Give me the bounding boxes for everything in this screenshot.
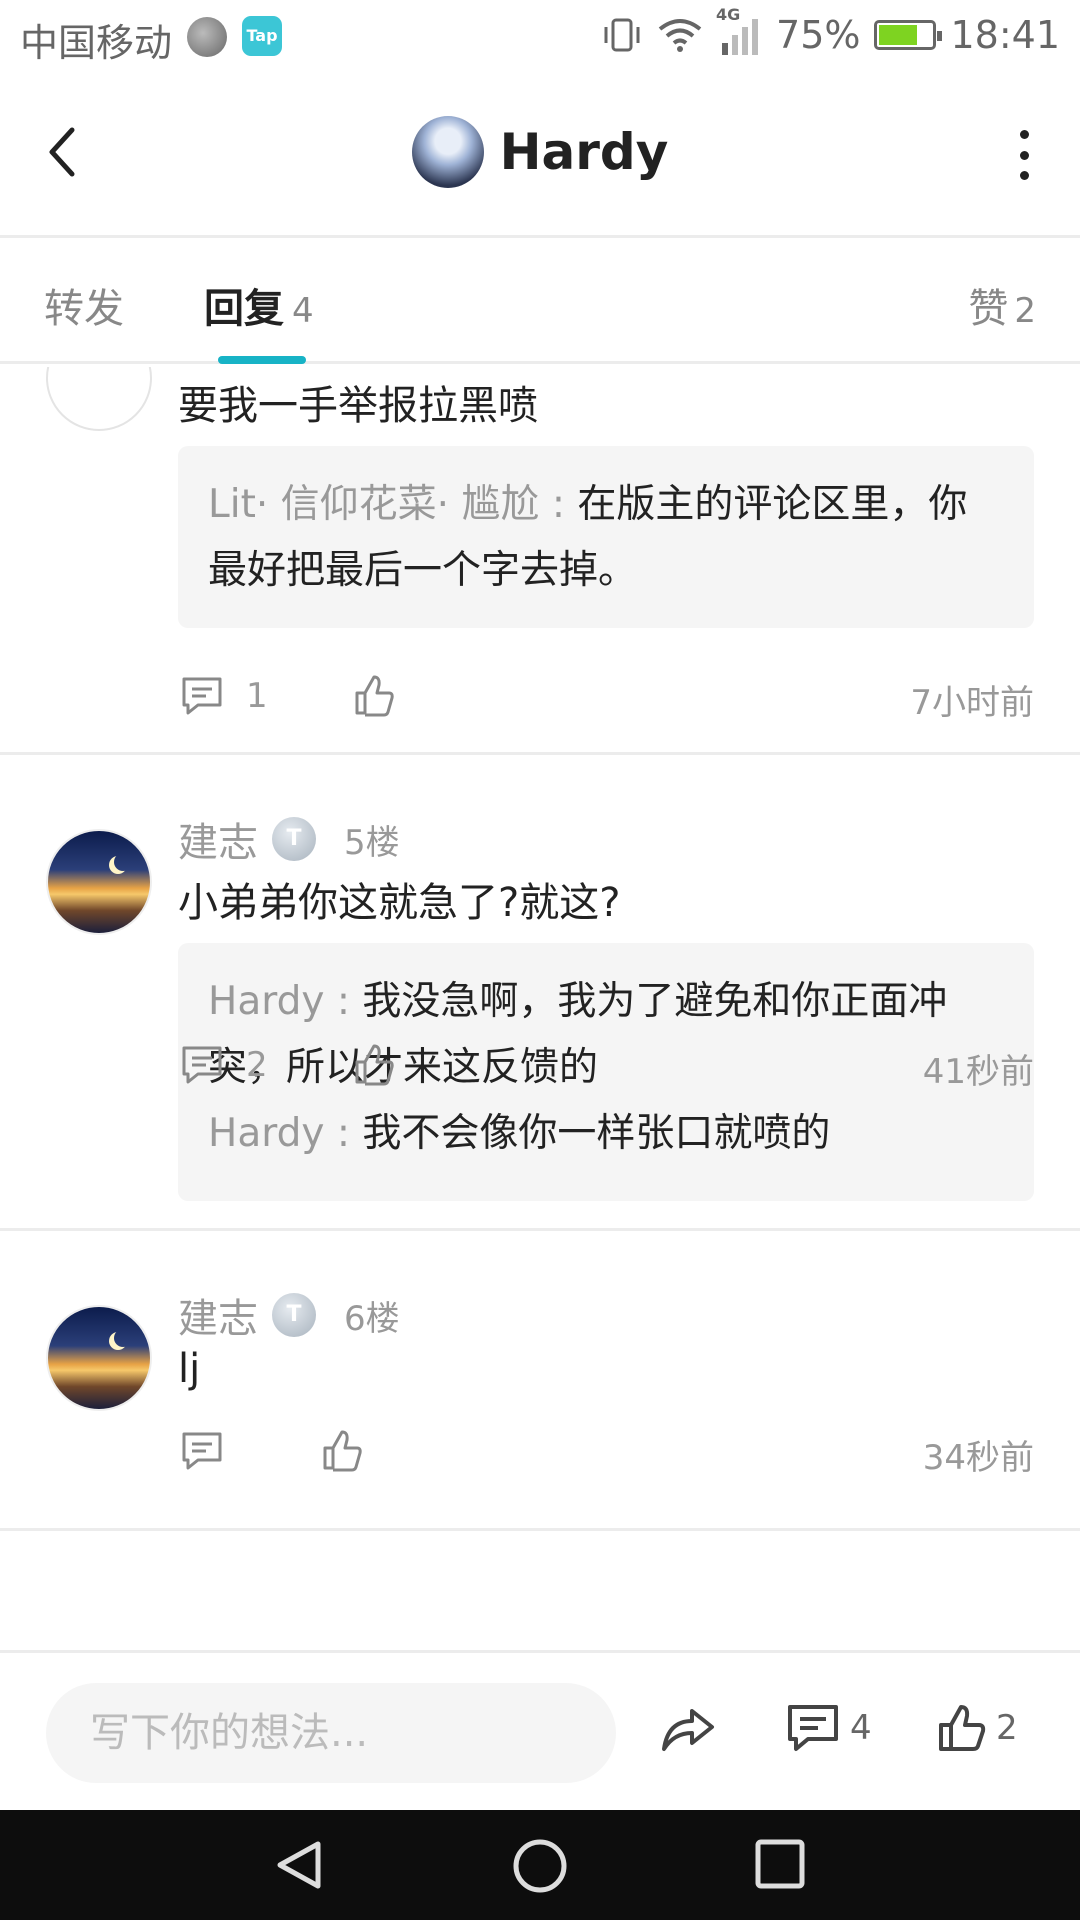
- floor-number: 6楼: [344, 1298, 400, 1339]
- thumbs-up-icon: [323, 1430, 362, 1472]
- comment-input[interactable]: [46, 1683, 616, 1783]
- reply-button[interactable]: 1: [180, 675, 268, 717]
- thumbs-up-icon: [939, 1705, 986, 1751]
- reply-time: 41秒前: [922, 1052, 1034, 1092]
- triangle-back-icon: [277, 1841, 321, 1889]
- battery-percent: 75%: [776, 13, 861, 57]
- like-button[interactable]: 2: [936, 1703, 1018, 1753]
- tab-reply[interactable]: 回复 4: [204, 276, 314, 334]
- bottom-action-bar: 4 2: [0, 1650, 1080, 1810]
- username[interactable]: 建志: [178, 1286, 258, 1344]
- thumbs-up-icon: [355, 675, 394, 717]
- like-button[interactable]: [320, 1428, 364, 1476]
- sub-reply-box[interactable]: Hardy : 我没急啊，我为了避免和你正面冲突，所以才来这反馈的 Hardy …: [178, 943, 1034, 1201]
- sub-reply-separator: :: [324, 1111, 363, 1156]
- comment-icon: [182, 1432, 222, 1470]
- like-button[interactable]: [352, 1042, 396, 1090]
- sub-reply-text: 我不会像你一样张口就喷的: [362, 1111, 831, 1156]
- wifi-icon: [658, 19, 702, 52]
- comment-count: 4: [850, 1708, 872, 1748]
- tab-reply-label: 回复: [204, 286, 284, 332]
- share-icon: [662, 1709, 714, 1751]
- reply-button[interactable]: [180, 1430, 224, 1472]
- system-navigation-bar: [0, 1810, 1080, 1920]
- sub-reply-author[interactable]: Hardy: [208, 979, 324, 1024]
- square-recents-icon: [755, 1839, 805, 1889]
- level-badge: T: [272, 817, 316, 861]
- avatar-moon: [114, 853, 132, 871]
- reply-time: 7小时前: [910, 683, 1034, 723]
- page-title: Hardy: [499, 123, 669, 181]
- reply-meta: 建志 T 6楼: [178, 1286, 400, 1344]
- like-button[interactable]: [352, 673, 396, 721]
- nav-home-button[interactable]: [512, 1838, 568, 1898]
- sub-reply: Hardy : 我没急啊，我为了避免和你正面冲突，所以才来这反馈的: [208, 969, 1004, 1101]
- top-app-bar: Hardy: [0, 72, 1080, 238]
- tab-like[interactable]: 赞2: [968, 276, 1036, 334]
- sub-reply: Hardy : 我不会像你一样张口就喷的: [208, 1101, 1004, 1167]
- clock: 18:41: [950, 13, 1060, 57]
- avatar[interactable]: [46, 829, 152, 935]
- sub-reply-author[interactable]: Lit· 信仰花菜· 尴尬: [208, 482, 539, 527]
- tap-app-icon: Tap: [242, 16, 282, 56]
- tab-like-label: 赞: [968, 286, 1009, 332]
- circle-home-icon: [513, 1839, 567, 1893]
- vibrate-icon: [604, 18, 640, 52]
- reply-item: 建志 T 5楼 小弟弟你这就急了?就这? Hardy : 我没急啊，我为了避免和…: [0, 758, 1080, 1231]
- avatar-moon: [114, 1329, 132, 1347]
- signal-icon: [722, 19, 759, 55]
- more-options-button[interactable]: [1014, 130, 1034, 180]
- reply-time: 34秒前: [922, 1438, 1034, 1478]
- more-dot-icon: [1019, 150, 1029, 160]
- thumbs-up-icon: [355, 1044, 394, 1086]
- avatar[interactable]: [46, 1305, 152, 1411]
- title-group: Hardy: [0, 116, 1080, 188]
- nav-recents-button[interactable]: [754, 1838, 806, 1894]
- nav-back-button[interactable]: [272, 1838, 326, 1896]
- sub-reply-separator: :: [324, 979, 363, 1024]
- tab-forward[interactable]: 转发: [44, 276, 124, 334]
- reply-list[interactable]: 要我一手举报拉黑喷 Lit· 信仰花菜· 尴尬 : 在版主的评论区里，你最好把最…: [0, 367, 1080, 1647]
- more-dot-icon: [1019, 171, 1029, 180]
- reply-content: lj: [178, 1346, 201, 1392]
- share-button[interactable]: [660, 1705, 716, 1757]
- carrier-label: 中国移动: [20, 21, 173, 65]
- reply-button[interactable]: 2: [180, 1044, 268, 1086]
- username[interactable]: 建志: [178, 810, 258, 868]
- reply-meta: 建志 T 5楼: [178, 810, 400, 868]
- more-dot-icon: [1019, 130, 1029, 139]
- reply-item: 要我一手举报拉黑喷 Lit· 信仰花菜· 尴尬 : 在版主的评论区里，你最好把最…: [0, 367, 1080, 755]
- tab-like-count: 2: [1014, 291, 1036, 331]
- battery-icon: [874, 20, 943, 50]
- comment-icon: [788, 1705, 838, 1751]
- level-badge: T: [272, 1293, 316, 1337]
- active-tab-indicator: [218, 356, 306, 364]
- reply-count: 2: [246, 1045, 268, 1085]
- status-bar: 中国移动 Tap 4G 75% 18:41: [0, 0, 1080, 72]
- avatar[interactable]: [46, 367, 152, 431]
- sub-reply-separator: :: [539, 482, 578, 527]
- header-avatar[interactable]: [411, 116, 484, 188]
- tab-bar: 转发 回复 4 赞2: [0, 238, 1080, 364]
- reply-item: 建志 T 6楼 lj 34秒前: [0, 1234, 1080, 1531]
- comment-button[interactable]: 4: [786, 1703, 872, 1753]
- like-count: 2: [996, 1708, 1018, 1748]
- comment-icon: [182, 677, 222, 715]
- signal-indicator: 4G: [716, 5, 762, 57]
- reply-content: 小弟弟你这就急了?就这?: [178, 880, 621, 926]
- battery-fill: [879, 25, 918, 45]
- sub-reply-box[interactable]: Lit· 信仰花菜· 尴尬 : 在版主的评论区里，你最好把最后一个字去掉。: [178, 446, 1034, 628]
- comment-icon: [182, 1046, 222, 1084]
- comment-input-wrapper: [46, 1683, 616, 1783]
- reply-content: 要我一手举报拉黑喷: [178, 383, 538, 429]
- app-notification-icon: [187, 17, 227, 57]
- floor-number: 5楼: [344, 822, 400, 863]
- sub-reply-author[interactable]: Hardy: [208, 1111, 324, 1156]
- reply-count: 1: [246, 676, 268, 716]
- sub-reply: Lit· 信仰花菜· 尴尬 : 在版主的评论区里，你最好把最后一个字去掉。: [208, 472, 1004, 604]
- tab-reply-count: 4: [292, 291, 314, 331]
- status-indicators: 4G 75% 18:41: [602, 5, 1060, 60]
